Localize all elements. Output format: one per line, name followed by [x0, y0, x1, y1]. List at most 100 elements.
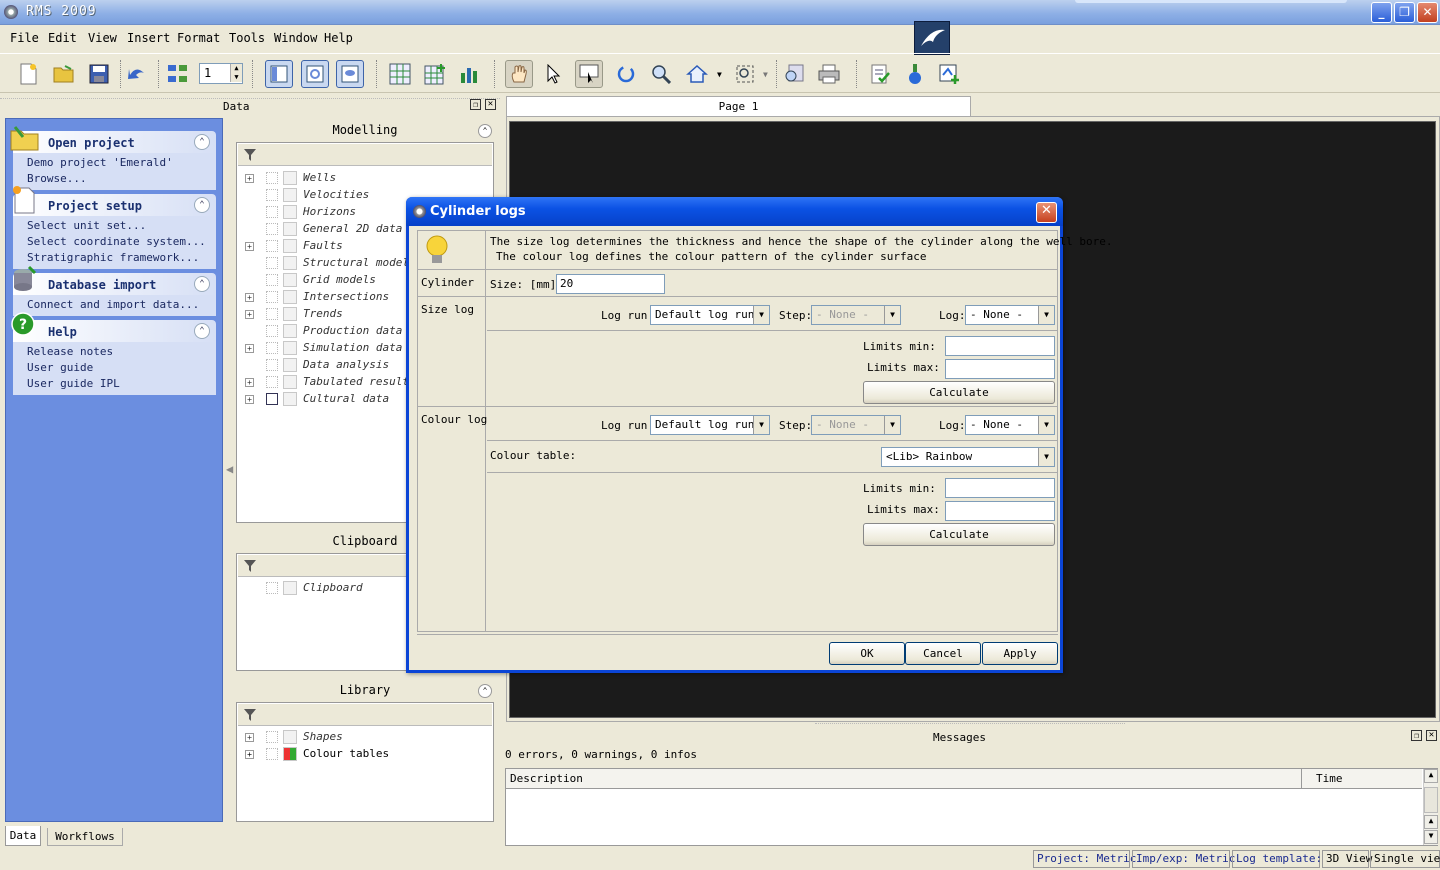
chart-icon[interactable] [456, 60, 484, 88]
grid-view-icon[interactable] [386, 60, 414, 88]
size-calculate-button[interactable]: Calculate [863, 381, 1055, 404]
tab-page-1[interactable]: Page 1 [506, 96, 971, 116]
expand-icon[interactable]: + [245, 293, 254, 302]
expand-icon[interactable]: + [245, 344, 254, 353]
undo-icon[interactable] [123, 60, 151, 88]
splitter[interactable] [815, 723, 1125, 727]
pointer-icon[interactable] [540, 60, 568, 88]
checkbox[interactable] [266, 257, 278, 269]
minimize-button[interactable]: _ [1371, 2, 1392, 23]
new-icon[interactable] [14, 60, 42, 88]
column-time[interactable]: Time [1302, 769, 1422, 789]
expand-icon[interactable]: + [245, 378, 254, 387]
release-notes-link[interactable]: Release notes [27, 344, 216, 360]
menu-insert[interactable]: Insert [127, 31, 170, 45]
checkbox[interactable] [266, 325, 278, 337]
filter-icon[interactable] [244, 149, 256, 161]
tab-data[interactable]: Data [5, 826, 41, 846]
checkbox[interactable] [266, 274, 278, 286]
expand-icon[interactable]: + [245, 174, 254, 183]
colour-limits-max-input[interactable] [945, 501, 1055, 521]
message-panel-icon[interactable] [336, 60, 364, 88]
user-guide-link[interactable]: User guide [27, 360, 216, 376]
print-icon[interactable] [815, 60, 843, 88]
expand-icon[interactable]: + [245, 395, 254, 404]
apply-button[interactable]: Apply [982, 642, 1058, 665]
select-view-icon[interactable] [575, 60, 603, 88]
home-view-icon[interactable] [683, 60, 711, 88]
size-log-run-select[interactable]: Default log run ▼ [650, 305, 770, 325]
save-icon[interactable] [85, 60, 113, 88]
menu-tools[interactable]: Tools [229, 31, 265, 45]
dock-float-icon[interactable]: ❐ [1411, 730, 1422, 741]
colour-limits-min-input[interactable] [945, 478, 1055, 498]
expand-icon[interactable]: + [245, 733, 254, 742]
pan-hand-icon[interactable] [505, 60, 533, 88]
collapse-icon[interactable]: ⌃ [478, 124, 492, 138]
checkbox[interactable] [266, 206, 278, 218]
zoom-icon[interactable] [647, 60, 675, 88]
scroll-up-icon[interactable]: ▲ [1424, 815, 1438, 829]
expand-icon[interactable]: + [245, 310, 254, 319]
checkbox[interactable] [266, 291, 278, 303]
search-object-icon[interactable] [780, 60, 808, 88]
page-number-stepper[interactable]: 1 ▲ ▼ [199, 63, 243, 84]
menu-edit[interactable]: Edit [48, 31, 77, 45]
checklist-icon[interactable] [866, 60, 894, 88]
expand-icon[interactable]: + [245, 242, 254, 251]
checkbox[interactable] [266, 223, 278, 235]
collapse-icon[interactable]: ⌃ [194, 276, 210, 292]
column-description[interactable]: Description [506, 769, 1302, 789]
dialog-close-button[interactable]: ✕ [1036, 202, 1057, 223]
close-button[interactable]: ✕ [1417, 2, 1438, 23]
scroll-thumb[interactable] [1424, 787, 1438, 813]
open-icon[interactable] [50, 60, 78, 88]
scroll-up-icon[interactable]: ▲ [1424, 769, 1438, 783]
checkbox[interactable] [266, 359, 278, 371]
rotate-icon[interactable] [612, 60, 640, 88]
checkbox[interactable] [266, 582, 278, 594]
add-view-icon[interactable] [935, 60, 963, 88]
select-coordinate-system-link[interactable]: Select coordinate system... [27, 234, 216, 250]
stepper-up-icon[interactable]: ▲ [230, 64, 242, 73]
checkbox[interactable] [266, 376, 278, 388]
ok-button[interactable]: OK [829, 642, 905, 665]
layout-panel-icon[interactable] [265, 60, 293, 88]
well-icon[interactable] [901, 60, 929, 88]
zoom-extent-dropdown-icon[interactable]: ▼ [763, 70, 768, 79]
stepper-down-icon[interactable]: ▼ [230, 73, 242, 82]
dock-close-icon[interactable]: ✕ [1426, 730, 1437, 741]
settings-panel-icon[interactable] [301, 60, 329, 88]
cancel-button[interactable]: Cancel [905, 642, 981, 665]
filter-icon[interactable] [244, 560, 256, 572]
size-limits-min-input[interactable] [945, 336, 1055, 356]
checkbox[interactable] [266, 731, 278, 743]
checkbox[interactable] [266, 189, 278, 201]
size-step-select[interactable]: - None - ▼ [811, 305, 901, 325]
collapse-icon[interactable]: ⌃ [194, 323, 210, 339]
size-limits-max-input[interactable] [945, 359, 1055, 379]
scrollbar[interactable]: ▲ ▲ ▼ [1423, 769, 1438, 845]
tree-view-icon[interactable] [164, 60, 192, 88]
menu-file[interactable]: File [10, 31, 39, 45]
checkbox[interactable] [266, 308, 278, 320]
colour-log-select[interactable]: - None - ▼ [965, 415, 1055, 435]
user-guide-ipl-link[interactable]: User guide IPL [27, 376, 216, 392]
select-unit-set-link[interactable]: Select unit set... [27, 218, 216, 234]
browse-link[interactable]: Browse... [27, 171, 216, 187]
restore-button[interactable]: ❐ [1394, 2, 1415, 23]
snip-tool-icon[interactable] [914, 21, 950, 55]
dock-close-icon[interactable]: ✕ [485, 99, 496, 110]
colour-calculate-button[interactable]: Calculate [863, 523, 1055, 546]
colour-log-run-select[interactable]: Default log run ▼ [650, 415, 770, 435]
size-log-select[interactable]: - None - ▼ [965, 305, 1055, 325]
checkbox[interactable] [266, 393, 278, 405]
size-input[interactable]: 20 [556, 274, 665, 294]
panel-collapse-arrow-icon[interactable]: ◀ [226, 462, 233, 476]
expand-icon[interactable]: + [245, 750, 254, 759]
checkbox[interactable] [266, 342, 278, 354]
collapse-icon[interactable]: ⌃ [478, 684, 492, 698]
menu-window[interactable]: Window [274, 31, 317, 45]
demo-project-link[interactable]: Demo project 'Emerald' [27, 155, 216, 171]
dock-float-icon[interactable]: ❐ [470, 99, 481, 110]
